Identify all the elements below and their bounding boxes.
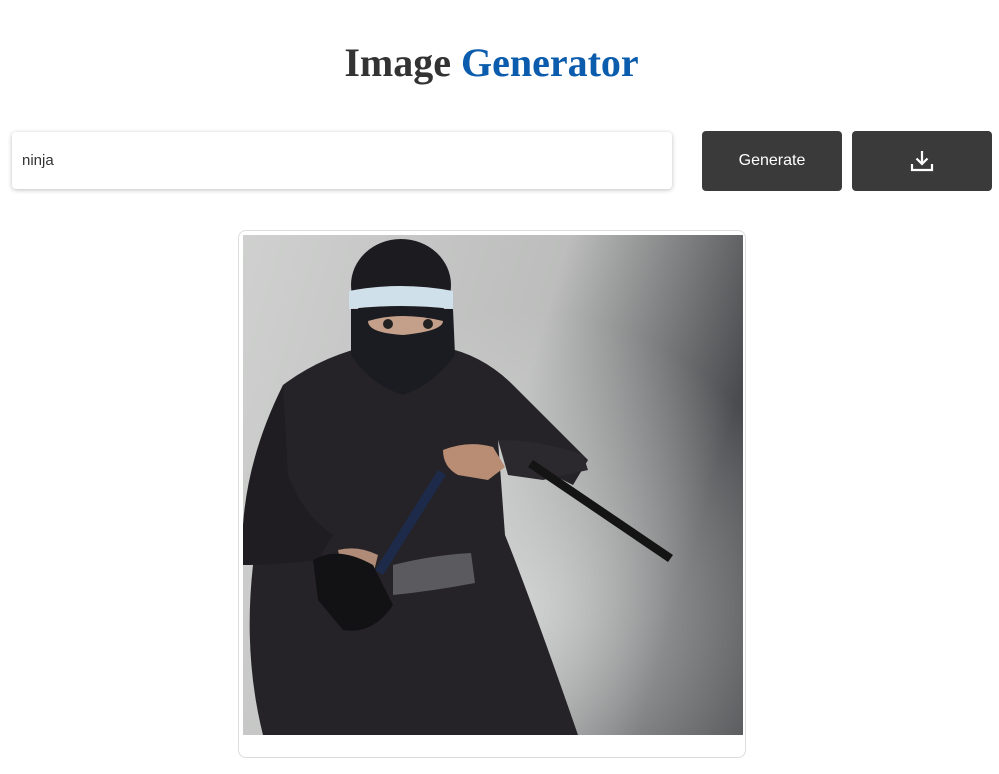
title-plain: Image bbox=[344, 40, 451, 85]
title-accent: Generator bbox=[460, 40, 639, 85]
download-icon bbox=[910, 150, 934, 172]
generated-image bbox=[243, 235, 743, 735]
prompt-input[interactable] bbox=[12, 132, 672, 189]
generate-button[interactable]: Generate bbox=[702, 131, 842, 191]
page-title: Image Generator bbox=[0, 38, 983, 88]
generate-button-label: Generate bbox=[738, 152, 806, 169]
image-card bbox=[238, 230, 746, 758]
download-button[interactable] bbox=[852, 131, 992, 191]
